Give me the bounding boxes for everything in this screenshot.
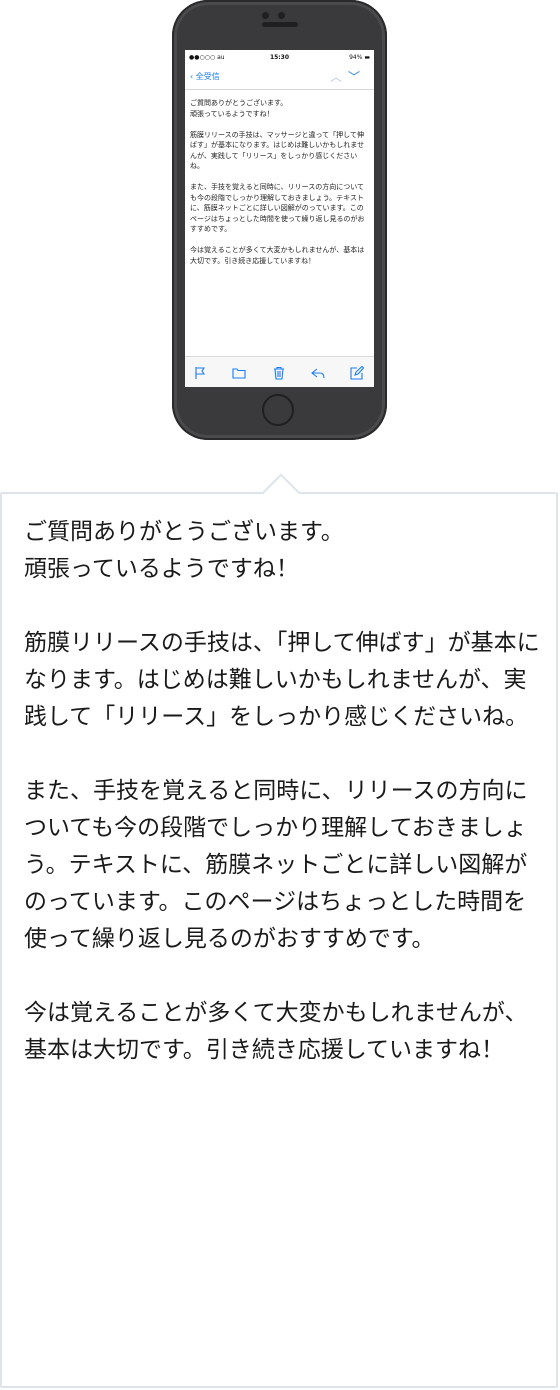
battery-label: 94% ▬ (349, 54, 370, 61)
front-camera (262, 12, 302, 22)
battery-percent: 94% (349, 54, 363, 61)
chevron-up-icon[interactable]: ︿ (330, 70, 348, 84)
compose-icon[interactable] (350, 365, 365, 380)
flag-icon[interactable] (193, 365, 207, 379)
message-nav: ︿﹀ (330, 68, 366, 85)
chevron-down-icon[interactable]: ﹀ (348, 70, 366, 84)
mail-toolbar (185, 356, 374, 387)
phone-screen: ●●○○○ au 15:30 94% ▬ ‹ 全受信 ︿﹀ ご質問ありがとうござ… (185, 50, 374, 387)
status-time: 15:30 (269, 54, 290, 61)
reply-icon[interactable] (311, 365, 325, 379)
battery-icon: ▬ (364, 54, 370, 61)
bubble-message: ご質問ありがとうございます。 頑張っているようですね！ 筋膜リリースの手技は、「… (24, 519, 540, 1063)
mail-body: ご質問ありがとうございます。 頑張っているようですね！ 筋膜リリースの手技は、マ… (190, 99, 365, 265)
back-button[interactable]: ‹ 全受信 (190, 71, 220, 82)
folder-icon[interactable] (232, 365, 246, 379)
speech-bubble-tail (260, 472, 300, 494)
status-bar: ●●○○○ au 15:30 94% ▬ (185, 50, 374, 64)
mail-navbar: ‹ 全受信 ︿﹀ (185, 64, 374, 90)
phone-mockup: ●●○○○ au 15:30 94% ▬ ‹ 全受信 ︿﹀ ご質問ありがとうござ… (172, 0, 387, 440)
back-label: 全受信 (195, 72, 220, 81)
trash-icon[interactable] (272, 365, 286, 380)
earpiece-speaker (262, 22, 298, 27)
home-button (262, 394, 294, 426)
